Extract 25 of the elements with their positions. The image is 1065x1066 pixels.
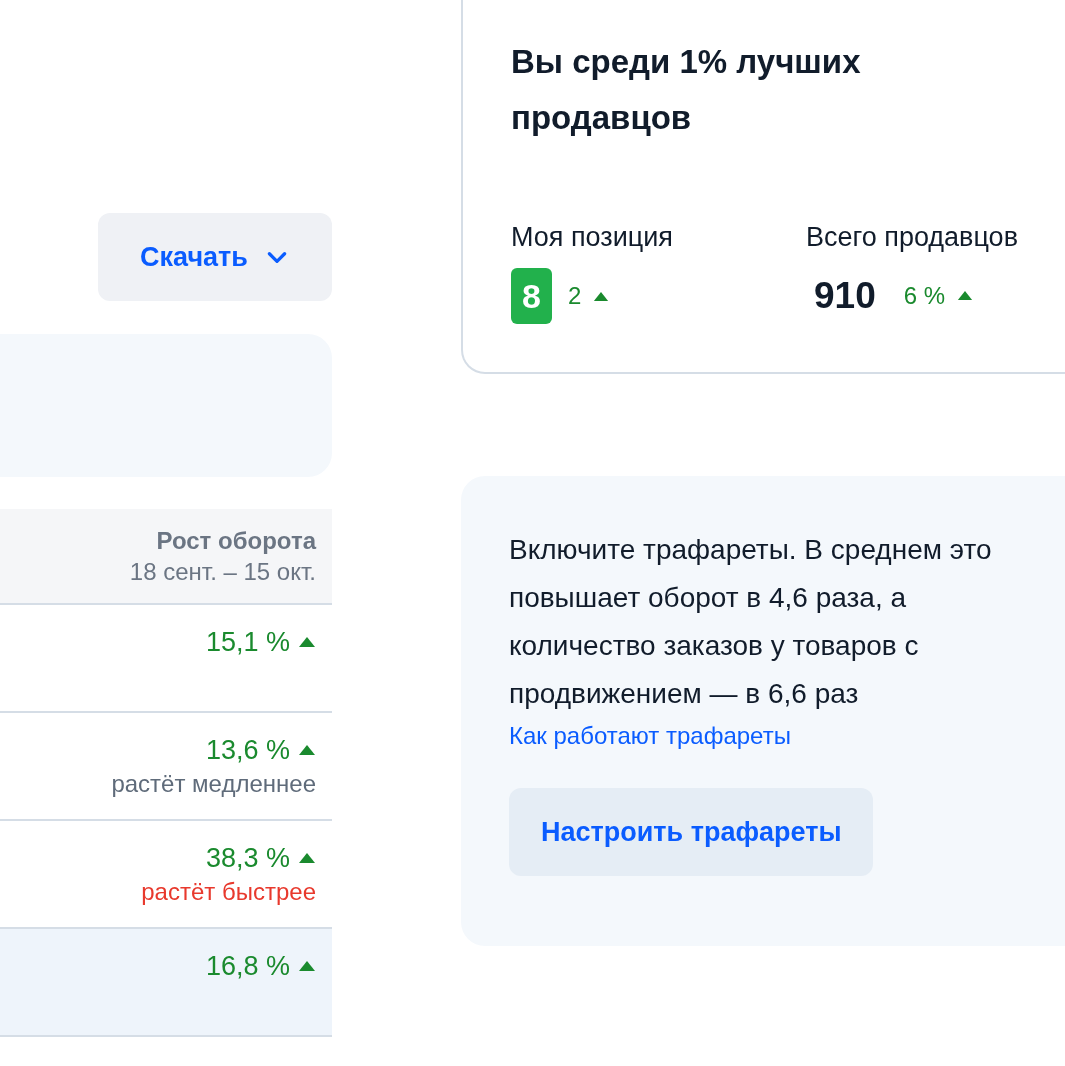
up-triangle-icon (298, 960, 316, 972)
stat-change: 6 % (903, 280, 946, 311)
stat-label: Всего продавцов (806, 221, 1019, 254)
up-triangle-icon (298, 852, 316, 864)
column-header: Рост оборота (156, 526, 316, 556)
growth-note: растёт медленнее (111, 769, 316, 799)
stat-value: 910 (814, 274, 876, 318)
growth-value: 38,3 % (205, 842, 290, 875)
promo-link[interactable]: Как работают трафареты (509, 718, 791, 754)
rank-title: Вы среди 1% лучших продавцов (511, 42, 862, 138)
growth-value: 13,6 % (205, 734, 290, 767)
setup-button[interactable]: Настроить трафареты (509, 788, 874, 876)
growth-note: растёт быстрее (141, 877, 316, 907)
position-badge: 8 (511, 268, 552, 324)
up-triangle-icon (593, 290, 610, 302)
stat-change: 2 (568, 281, 582, 311)
stat-label: Моя позиция (511, 221, 674, 254)
download-button[interactable]: Скачать (98, 213, 332, 301)
growth-value: 16,8 % (205, 950, 290, 983)
column-period: 18 сент. – 15 окт. (129, 557, 316, 587)
up-triangle-icon (957, 290, 974, 302)
up-triangle-icon (298, 744, 316, 756)
growth-value: 15,1 % (205, 626, 290, 659)
up-triangle-icon (298, 636, 316, 648)
promo-text: Включите трафареты. В среднем это повышает оборот в 4,6 раза, а количество заказов у товаров с продвижением — в 6,6 раз (509, 533, 993, 711)
